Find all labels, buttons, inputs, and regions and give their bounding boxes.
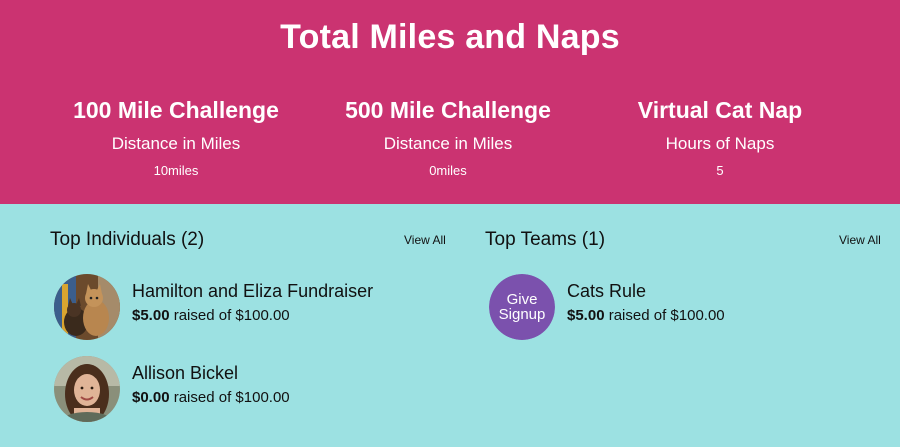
- leaderboards: Top Individuals (2) View All Hamilton an: [0, 204, 900, 447]
- logo-text-signup: Signup: [498, 306, 546, 323]
- individual-entry[interactable]: Allison Bickel $0.00 raised of $100.00: [54, 356, 434, 422]
- stat-title: Virtual Cat Nap: [637, 97, 803, 123]
- teams-view-all-link[interactable]: View All: [839, 232, 881, 248]
- individual-raised: $0.00 raised of $100.00: [132, 388, 290, 408]
- stat-title: 500 Mile Challenge: [345, 97, 551, 123]
- individual-raised: $5.00 raised of $100.00: [132, 306, 290, 326]
- individual-name: Hamilton and Eliza Fundraiser: [132, 281, 374, 301]
- stat-subtitle: Hours of Naps: [665, 134, 775, 153]
- banner-title: Total Miles and Naps: [280, 18, 620, 56]
- team-name: Cats Rule: [567, 281, 647, 301]
- raised-amount: $5.00: [132, 307, 170, 324]
- stat-100-mile-challenge: 100 Mile Challenge Distance in Miles 10m…: [36, 96, 316, 180]
- individual-entry[interactable]: Hamilton and Eliza Fundraiser $5.00 rais…: [54, 274, 434, 340]
- individuals-view-all-link[interactable]: View All: [404, 232, 446, 248]
- givesignup-logo: Give Signup: [489, 274, 555, 340]
- top-individuals-title: Top Individuals (2): [50, 229, 205, 250]
- stat-value: 0miles: [429, 163, 467, 178]
- raised-goal: raised of $100.00: [608, 307, 725, 324]
- stat-subtitle: Distance in Miles: [383, 134, 513, 153]
- logo-text-give: Give: [506, 291, 538, 308]
- raised-goal: raised of $100.00: [173, 389, 290, 406]
- team-raised: $5.00 raised of $100.00: [567, 306, 725, 326]
- top-teams-title: Top Teams (1): [485, 229, 606, 250]
- totals-banner: Total Miles and Naps 100 Mile Challenge …: [0, 0, 900, 204]
- stat-subtitle: Distance in Miles: [111, 134, 241, 153]
- raised-goal: raised of $100.00: [173, 307, 290, 324]
- stat-500-mile-challenge: 500 Mile Challenge Distance in Miles 0mi…: [308, 96, 588, 180]
- raised-amount: $5.00: [567, 307, 605, 324]
- stat-value: 5: [716, 163, 724, 178]
- raised-amount: $0.00: [132, 389, 170, 406]
- individual-name: Allison Bickel: [132, 363, 239, 383]
- stat-value: 10miles: [153, 163, 199, 178]
- stat-title: 100 Mile Challenge: [73, 97, 279, 123]
- cats-avatar: [54, 274, 120, 340]
- profile-photo-avatar: [54, 356, 120, 422]
- team-entry[interactable]: Give Signup Cats Rule $5.00 raised of $1…: [489, 274, 869, 340]
- stat-virtual-cat-nap: Virtual Cat Nap Hours of Naps 5: [580, 96, 860, 180]
